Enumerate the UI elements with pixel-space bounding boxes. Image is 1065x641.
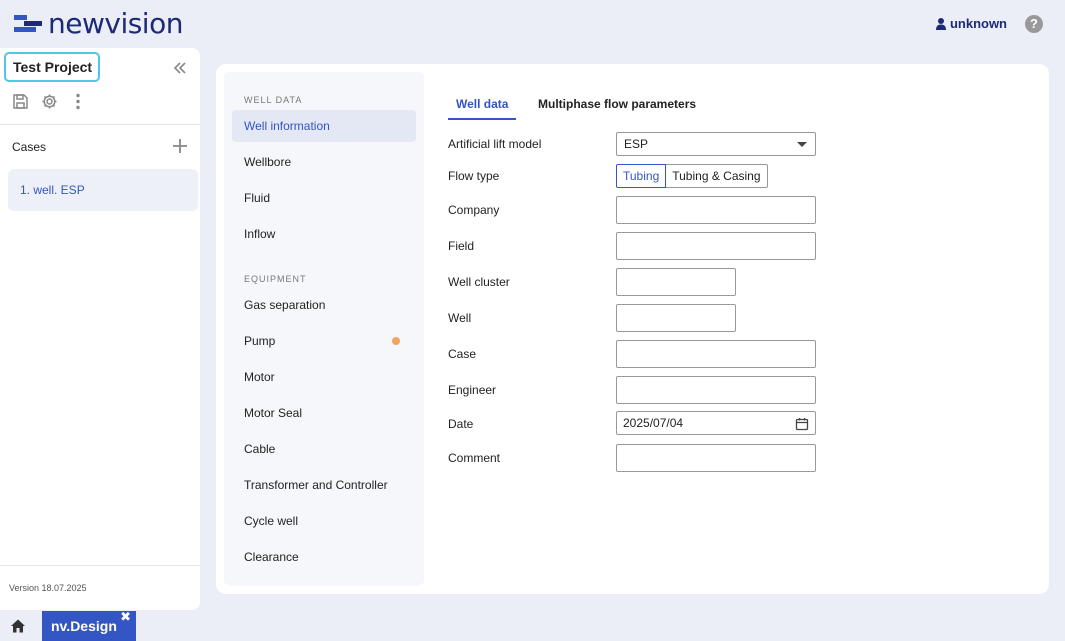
artificial-lift-select[interactable]: ESP — [616, 132, 816, 156]
nav-item-cycle-well[interactable]: Cycle well — [232, 505, 416, 537]
nav-item-pump[interactable]: Pump — [232, 325, 416, 357]
logo[interactable]: newvision — [14, 8, 183, 40]
nav-item-motor[interactable]: Motor — [232, 361, 416, 393]
tab-well-data[interactable]: Well data — [448, 96, 517, 120]
date-value: 2025/07/04 — [623, 416, 684, 430]
logo-icon — [14, 14, 42, 34]
well-label: Well — [448, 311, 472, 325]
main-panel: WELL DATA Well information Wellbore Flui… — [216, 64, 1049, 594]
nav-section-equipment: EQUIPMENT — [244, 274, 307, 284]
save-icon[interactable] — [11, 92, 29, 110]
field-label: Field — [448, 239, 475, 253]
cases-heading: Cases — [12, 140, 47, 154]
nav-item-cable[interactable]: Cable — [232, 433, 416, 465]
flow-type-label: Flow type — [448, 169, 500, 183]
logo-text: newvision — [48, 7, 183, 40]
well-input[interactable] — [616, 304, 736, 332]
comment-label: Comment — [448, 451, 501, 465]
add-case-icon[interactable] — [172, 138, 188, 154]
nav-item-fluid[interactable]: Fluid — [232, 182, 416, 214]
user-icon — [935, 17, 946, 30]
divider — [0, 124, 200, 125]
collapse-sidebar-icon[interactable] — [172, 60, 188, 76]
case-item[interactable]: 1. well. ESP — [8, 169, 198, 211]
tab-multiphase-flow[interactable]: Multiphase flow parameters — [538, 96, 696, 120]
case-input[interactable] — [616, 340, 816, 368]
project-title[interactable]: Test Project — [4, 52, 100, 82]
engineer-label: Engineer — [448, 383, 497, 397]
comment-input[interactable] — [616, 444, 816, 472]
flow-type-tubing-casing-button[interactable]: Tubing & Casing — [666, 164, 768, 188]
nav-item-wellbore[interactable]: Wellbore — [232, 146, 416, 178]
taskbar: nv.Design ✖ — [0, 609, 1065, 641]
nav-section-well-data: WELL DATA — [244, 95, 303, 105]
date-label: Date — [448, 417, 474, 431]
date-input[interactable]: 2025/07/04 — [616, 411, 816, 435]
section-nav: WELL DATA Well information Wellbore Flui… — [224, 72, 424, 586]
company-label: Company — [448, 203, 500, 217]
artificial-lift-value: ESP — [624, 137, 649, 151]
close-icon[interactable]: ✖ — [120, 602, 131, 632]
company-input[interactable] — [616, 196, 816, 224]
nav-item-well-information[interactable]: Well information — [232, 110, 416, 142]
nav-item-motor-seal[interactable]: Motor Seal — [232, 397, 416, 429]
help-icon[interactable]: ? — [1025, 15, 1043, 33]
version-label: Version 18.07.2025 — [9, 583, 87, 593]
top-bar: newvision unknown ? — [0, 0, 1065, 48]
nav-item-gas-separation[interactable]: Gas separation — [232, 289, 416, 321]
flow-type-toggle: Tubing Tubing & Casing — [616, 164, 768, 188]
user-menu[interactable]: unknown — [935, 16, 1007, 31]
artificial-lift-label: Artificial lift model — [448, 137, 542, 151]
nav-item-inflow[interactable]: Inflow — [232, 218, 416, 250]
app-tab-label: nv.Design — [51, 618, 117, 634]
settings-gear-icon[interactable] — [40, 92, 58, 110]
app-tab-nv-design[interactable]: nv.Design ✖ — [42, 609, 136, 641]
engineer-input[interactable] — [616, 376, 816, 404]
home-icon[interactable] — [10, 618, 26, 634]
nav-item-clearance[interactable]: Clearance — [232, 541, 416, 573]
field-input[interactable] — [616, 232, 816, 260]
more-options-icon[interactable] — [69, 92, 87, 110]
nav-item-transformer-controller[interactable]: Transformer and Controller — [232, 469, 416, 501]
project-toolbar — [11, 92, 87, 110]
well-cluster-label: Well cluster — [448, 275, 510, 289]
case-label: Case — [448, 347, 477, 361]
well-cluster-input[interactable] — [616, 268, 736, 296]
chevron-down-icon — [797, 142, 807, 147]
flow-type-tubing-button[interactable]: Tubing — [616, 164, 667, 188]
project-sidebar: Test Project Cases 1. well. ESP Version … — [0, 48, 200, 610]
divider — [0, 565, 200, 566]
pump-warning-dot — [392, 337, 400, 345]
calendar-icon[interactable] — [795, 416, 809, 431]
user-name: unknown — [949, 16, 1007, 31]
